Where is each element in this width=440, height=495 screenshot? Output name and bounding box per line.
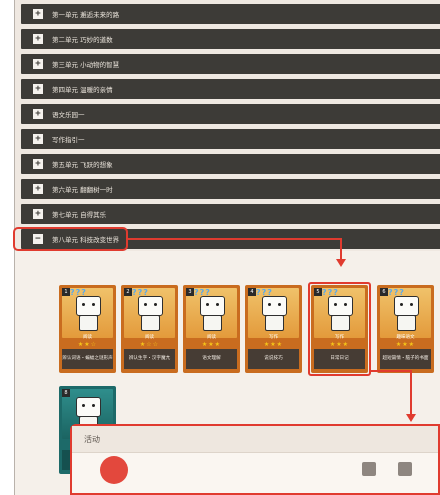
card-number: 6	[380, 288, 388, 296]
card-title: 说说技巧	[248, 349, 299, 369]
unit-label: 语文乐园一	[52, 111, 85, 119]
expand-plus-icon[interactable]: +	[33, 59, 43, 69]
unit-label: 第六单元 翻翻树一时	[52, 186, 113, 194]
connector-line	[340, 238, 342, 260]
card-tag: 阅读	[83, 335, 92, 340]
card-number: 2	[124, 288, 132, 296]
unit-label: 第三单元 小动物的智慧	[52, 61, 120, 69]
card-number: 3	[186, 288, 194, 296]
tool-icon[interactable]	[398, 462, 412, 476]
card-title: 语文理解	[186, 349, 237, 369]
star-icon: ★★★	[201, 341, 222, 348]
expand-plus-icon[interactable]: +	[33, 9, 43, 19]
card-tag: 阅读	[207, 335, 216, 340]
unit-label: 第一单元 邂逅未来的路	[52, 11, 120, 19]
card-title: 超短篇情・脑子的书面	[380, 349, 431, 369]
popup-title: 活动	[72, 426, 438, 453]
card-tag: 写作	[269, 335, 278, 340]
connector-line	[371, 370, 411, 372]
activity-popup: 活动	[70, 424, 440, 495]
course-panel: + 第一单元 邂逅未来的路 + 第二单元 巧妙的道数 + 第三单元 小动物的智慧…	[13, 0, 440, 495]
arrow-down-icon	[336, 259, 346, 267]
star-icon: ★★★	[263, 341, 284, 348]
star-icon: ★★★	[395, 341, 416, 348]
expand-plus-icon[interactable]: +	[33, 84, 43, 94]
card-number: 4	[248, 288, 256, 296]
star-icon: ★★☆	[77, 341, 98, 348]
record-icon[interactable]	[100, 456, 128, 484]
unit-row-6[interactable]: + 写作指引一	[21, 129, 440, 149]
activity-card-4[interactable]: ??? 4 写作 ★★★ 说说技巧	[245, 285, 302, 373]
expand-plus-icon[interactable]: +	[33, 209, 43, 219]
activity-card-1[interactable]: ??? 1 阅读 ★★☆ 辨认词语・蝙蝠之谜形声	[59, 285, 116, 373]
unit-label: 第二单元 巧妙的道数	[52, 36, 113, 44]
activity-card-3[interactable]: ??? 3 阅读 ★★★ 语文理解	[183, 285, 240, 373]
expand-plus-icon[interactable]: +	[33, 134, 43, 144]
unit-label: 第七单元 自得其乐	[52, 211, 107, 219]
unit-label: 第四单元 温暖的亲情	[52, 86, 113, 94]
expand-plus-icon[interactable]: +	[33, 109, 43, 119]
expand-plus-icon[interactable]: +	[33, 184, 43, 194]
expanded-unit-highlight	[13, 227, 128, 251]
card-number: 1	[62, 288, 70, 296]
expand-plus-icon[interactable]: +	[33, 34, 43, 44]
unit-label: 第五单元 飞跃的想象	[52, 161, 113, 169]
unit-row-5[interactable]: + 语文乐园一	[21, 104, 440, 124]
unit-label: 写作指引一	[52, 136, 85, 144]
card-tag: 阅读	[145, 335, 154, 340]
connector-line	[128, 238, 341, 240]
unit-row-4[interactable]: + 第四单元 温暖的亲情	[21, 79, 440, 99]
unit-row-2[interactable]: + 第二单元 巧妙的道数	[21, 29, 440, 49]
unit-row-7[interactable]: + 第五单元 飞跃的想象	[21, 154, 440, 174]
unit-row-1[interactable]: + 第一单元 邂逅未来的路	[21, 4, 440, 24]
tool-icon[interactable]	[362, 462, 376, 476]
arrow-down-icon	[406, 414, 416, 422]
activity-card-6[interactable]: ??? 6 趣味语文 ★★★ 超短篇情・脑子的书面	[377, 285, 434, 373]
unit-row-9[interactable]: + 第七单元 自得其乐	[21, 204, 440, 224]
card-number: 8	[62, 389, 70, 397]
unit-list: + 第一单元 邂逅未来的路 + 第二单元 巧妙的道数 + 第三单元 小动物的智慧…	[21, 4, 440, 249]
activity-card-2[interactable]: ??? 2 阅读 ★☆☆ 辨认生字・汉字魔亢	[121, 285, 178, 373]
star-icon: ★☆☆	[139, 341, 160, 348]
unit-row-3[interactable]: + 第三单元 小动物的智慧	[21, 54, 440, 74]
unit-row-8[interactable]: + 第六单元 翻翻树一时	[21, 179, 440, 199]
card-tag: 趣味语文	[396, 335, 415, 340]
expand-plus-icon[interactable]: +	[33, 159, 43, 169]
selected-card-highlight	[308, 282, 371, 376]
connector-line	[410, 370, 412, 415]
card-title: 辨认生字・汉字魔亢	[124, 349, 175, 369]
card-title: 辨认词语・蝙蝠之谜形声	[62, 349, 113, 369]
